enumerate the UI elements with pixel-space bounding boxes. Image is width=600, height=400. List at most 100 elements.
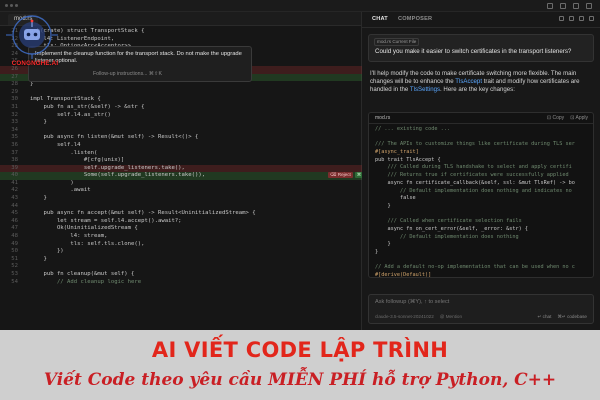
code-block-line-text: /// The APIs to customize things like ce… bbox=[375, 141, 575, 148]
close-dot-icon[interactable] bbox=[5, 4, 8, 7]
code-block-line: #[async_trait] bbox=[369, 149, 593, 157]
logo-text: CONGNGHE.AI bbox=[11, 60, 59, 67]
line-number: 38 bbox=[11, 157, 18, 164]
code-line[interactable]: 46 let stream = self.l4.accept().await?; bbox=[0, 218, 362, 226]
code-line[interactable]: 50 }) bbox=[0, 248, 362, 256]
code-line[interactable]: 34 bbox=[0, 127, 362, 135]
layout-split-icon[interactable] bbox=[573, 3, 579, 9]
line-number: 46 bbox=[11, 217, 18, 224]
code-block-line-text: false bbox=[375, 195, 416, 202]
code-line[interactable]: 28} bbox=[0, 81, 362, 89]
code-block-line: /// The APIs to customize things like ce… bbox=[369, 141, 593, 149]
code-block-line-text: // Default implementation does nothing bbox=[375, 233, 519, 240]
code-line[interactable]: 45 pub async fn accept(&mut self) -> Res… bbox=[0, 210, 362, 218]
code-block-line-text: async fn on_cert_error(&self, _error: &s… bbox=[375, 225, 529, 232]
code-line[interactable]: 30 impl TransportStack { bbox=[0, 96, 362, 104]
minimize-dot-icon[interactable] bbox=[10, 4, 13, 7]
code-block-line: /// Returns true if certificates were su… bbox=[369, 172, 593, 180]
code-line[interactable]: 41 ) bbox=[0, 180, 362, 188]
code-line[interactable]: 33 } bbox=[0, 119, 362, 127]
code-block-content: // ... existing code ... /// The APIs to … bbox=[369, 126, 593, 277]
code-line[interactable]: 35 pub async fn listen(&mut self) -> Res… bbox=[0, 134, 362, 142]
line-number: 52 bbox=[11, 263, 18, 270]
line-number: 41 bbox=[11, 179, 18, 186]
code-line[interactable]: 52 bbox=[0, 263, 362, 271]
code-line[interactable]: 31 pub fn as_str(&self) -> &str { bbox=[0, 104, 362, 112]
code-line[interactable]: 36 self.l4 bbox=[0, 142, 362, 150]
title-bar bbox=[0, 0, 600, 12]
layout-controls bbox=[547, 3, 592, 9]
chat-submit-button[interactable]: ↵ chat bbox=[538, 314, 552, 320]
tab-chat[interactable]: CHAT bbox=[372, 16, 388, 22]
followup-instructions-hint[interactable]: Follow-up instructions... ⌘⇧K bbox=[93, 71, 162, 77]
line-text: .listen( bbox=[30, 149, 98, 156]
layout-panel-icon[interactable] bbox=[560, 3, 566, 9]
line-number: 40 bbox=[11, 172, 18, 179]
code-line[interactable]: 51 } bbox=[0, 256, 362, 264]
reject-button[interactable]: ⌫ Reject bbox=[328, 172, 353, 179]
code-line[interactable]: 32 self.l4.as_str() bbox=[0, 112, 362, 120]
window-controls[interactable] bbox=[5, 4, 18, 7]
line-number: 53 bbox=[11, 271, 18, 277]
mention-button[interactable]: @ Mention bbox=[440, 314, 462, 319]
code-line[interactable]: 44 bbox=[0, 203, 362, 211]
settings-icon[interactable] bbox=[586, 3, 592, 9]
line-number: 33 bbox=[11, 119, 18, 126]
user-message: mod.rs Current File Could you make it ea… bbox=[368, 34, 594, 62]
code-line[interactable]: 37 .listen( bbox=[0, 150, 362, 158]
maximize-dot-icon[interactable] bbox=[15, 4, 18, 7]
codebase-submit-button[interactable]: ⌘↵ codebase bbox=[557, 314, 587, 320]
close-panel-icon[interactable] bbox=[589, 16, 594, 21]
copy-button[interactable]: ⊡ Copy bbox=[547, 113, 564, 124]
line-number: 44 bbox=[11, 202, 18, 209]
code-line[interactable]: 54 // Add cleanup logic here bbox=[0, 279, 362, 287]
new-chat-icon[interactable] bbox=[559, 16, 564, 21]
code-line[interactable]: 47 Ok(UninitializedStream { bbox=[0, 225, 362, 233]
code-ref-tlsaccept[interactable]: TlsAccept bbox=[455, 78, 482, 85]
model-selector[interactable]: claude-3.5-sonnet-20241022 bbox=[375, 314, 434, 319]
cursor-editor-window: mod.rs 21 pub(crate) struct TransportStac… bbox=[0, 0, 600, 330]
more-icon[interactable] bbox=[579, 16, 584, 21]
code-line[interactable]: 53 pub fn cleanup(&mut self) { bbox=[0, 271, 362, 279]
code-block-line-text: } bbox=[375, 202, 391, 209]
followup-placeholder[interactable]: Ask followup (⌘Y), ↑ to select bbox=[375, 299, 449, 305]
code-block-line-text: #[async_trait] bbox=[375, 149, 419, 156]
code-line[interactable]: 38 #[cfg(unix)] bbox=[0, 157, 362, 165]
code-block-filename[interactable]: mod.rs bbox=[375, 113, 390, 124]
line-text: self.l4 bbox=[30, 141, 81, 148]
history-icon[interactable] bbox=[569, 16, 574, 21]
code-line[interactable]: 43 } bbox=[0, 195, 362, 203]
line-number: 42 bbox=[11, 187, 18, 194]
inline-edit-instruction[interactable]: Implement the cleanup function for the t… bbox=[35, 51, 247, 65]
code-block-header: mod.rs ⊡ Copy ⊡ Apply bbox=[369, 113, 593, 124]
context-file-chip[interactable]: mod.rs Current File bbox=[374, 38, 420, 46]
code-block-line-text: // Add a default no-op implementation th… bbox=[375, 264, 575, 271]
line-text: pub fn cleanup(&mut self) { bbox=[30, 271, 135, 277]
line-text: l4: stream, bbox=[30, 233, 108, 240]
code-line[interactable]: 48 l4: stream, bbox=[0, 233, 362, 241]
line-number: 48 bbox=[11, 233, 18, 240]
code-line[interactable]: 29 bbox=[0, 89, 362, 97]
line-text: } bbox=[30, 255, 47, 262]
followup-input[interactable]: Ask followup (⌘Y), ↑ to select claude-3.… bbox=[368, 294, 594, 324]
layout-sidebar-icon[interactable] bbox=[547, 3, 553, 9]
line-number: 29 bbox=[11, 88, 18, 95]
line-number: 39 bbox=[11, 164, 18, 171]
code-block-line-text: // ... existing code ... bbox=[375, 126, 450, 132]
code-line[interactable]: 40 Some(self.upgrade_listeners.take()), ⌫… bbox=[0, 172, 384, 180]
chat-actions bbox=[559, 16, 594, 21]
code-line[interactable]: 49 tls: self.tls.clone(), bbox=[0, 241, 362, 249]
apply-button[interactable]: ⊡ Apply bbox=[570, 113, 588, 124]
code-block-line: // Default implementation does nothing a… bbox=[369, 188, 593, 196]
code-line[interactable]: 42 .await bbox=[0, 187, 362, 195]
code-ref-tlssettings[interactable]: TlsSettings bbox=[410, 86, 440, 93]
line-text: .await bbox=[30, 187, 91, 194]
code-line[interactable]: 39 self.upgrade_listeners.take(), bbox=[0, 164, 362, 173]
code-block-line-text: /// Returns true if certificates were su… bbox=[375, 172, 569, 179]
line-text: } bbox=[30, 119, 47, 126]
tab-composer[interactable]: COMPOSER bbox=[398, 16, 432, 22]
code-block-line: #[derive(Default)] bbox=[369, 272, 593, 277]
code-block-line: // ... existing code ... bbox=[369, 126, 593, 134]
line-text: } bbox=[30, 195, 47, 202]
assistant-message: I'll help modify the code to make certif… bbox=[370, 70, 596, 95]
